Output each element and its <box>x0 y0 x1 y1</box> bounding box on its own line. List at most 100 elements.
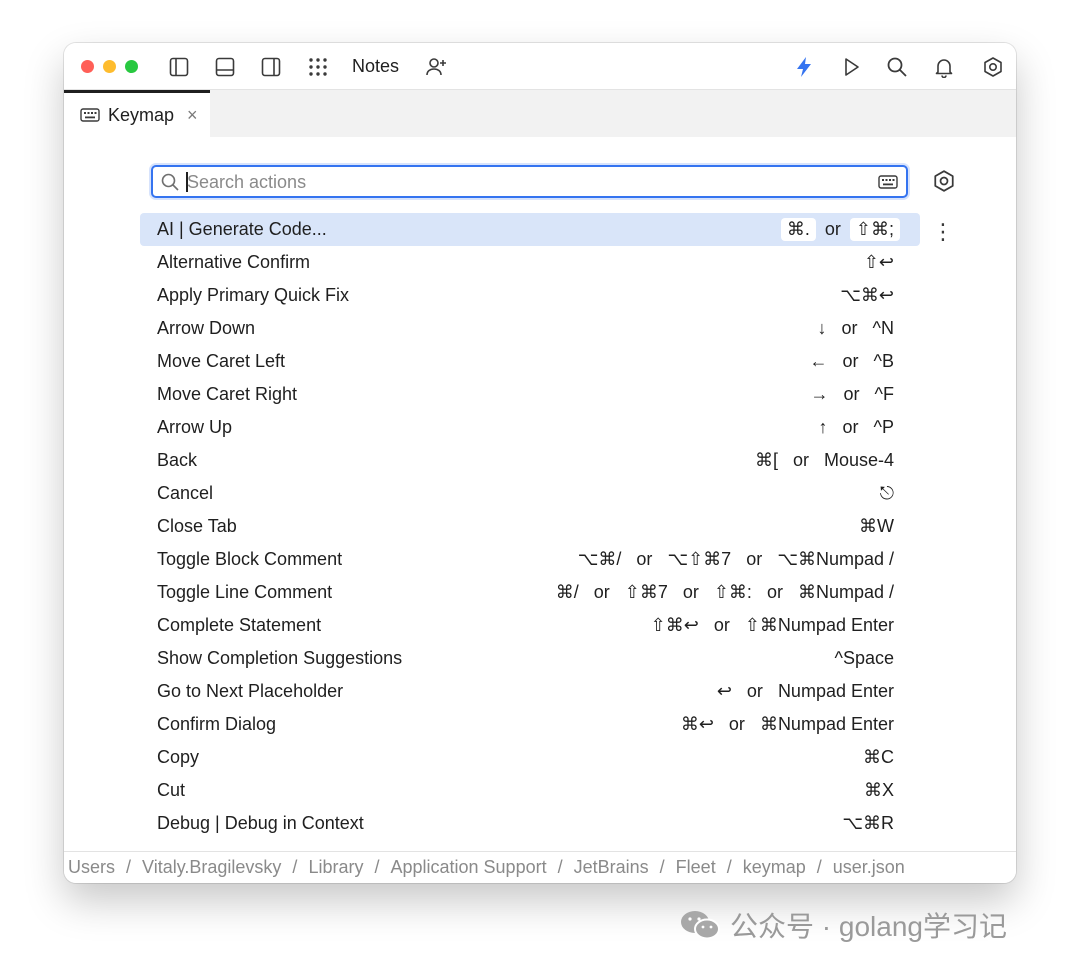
left-panel-icon[interactable] <box>167 55 191 79</box>
or-separator: or <box>766 582 783 602</box>
action-row[interactable]: Arrow Down ↓ or ^N <box>140 312 920 345</box>
action-row[interactable]: Back ⌘[or Mouse-4 <box>140 444 920 477</box>
minimize-window-button[interactable] <box>103 60 116 73</box>
action-row[interactable]: Go to Next Placeholder ↩ or Numpad Enter <box>140 675 920 708</box>
path-segment[interactable]: Vitaly.Bragilevsky <box>142 857 281 878</box>
more-options-icon[interactable]: ⋮ <box>932 220 954 244</box>
shortcut-key: Mouse-4 <box>823 450 894 470</box>
path-segment[interactable]: keymap <box>743 857 806 878</box>
or-separator: or <box>593 582 610 602</box>
action-row[interactable]: Confirm Dialog ⌘↩ or ⌘Numpad Enter <box>140 708 920 741</box>
action-name: Close Tab <box>157 516 237 536</box>
shortcut-key: ⌥⇧⌘7 <box>667 549 732 569</box>
shortcut-list: ← or ^B <box>804 350 900 373</box>
shortcut-key: ↑ <box>818 417 828 437</box>
path-segment[interactable]: Users <box>68 857 115 878</box>
shortcut-key: ⇧⌘7 <box>624 582 668 602</box>
action-row[interactable]: Complete Statement ⇧⌘↩ or ⇧⌘Numpad Enter <box>140 609 920 642</box>
action-row[interactable]: Move Caret Right → or ^F <box>140 378 920 411</box>
action-name: Back <box>157 450 198 470</box>
tab-label: Keymap <box>108 104 175 125</box>
action-name: Toggle Line Comment <box>157 582 333 602</box>
search-box[interactable] <box>151 165 908 198</box>
path-segment[interactable]: Library <box>308 857 363 878</box>
action-row[interactable]: Apply Primary Quick Fix ⌥⌘↩ <box>140 279 920 312</box>
shortcut-key: ↓ <box>817 318 827 338</box>
close-window-button[interactable] <box>81 60 94 73</box>
path-separator: / <box>292 857 298 877</box>
shortcut-list: ⌘. or ⇧⌘; <box>780 218 900 241</box>
shortcut-key: ⌥⌘R <box>842 813 894 833</box>
or-separator: or <box>843 384 860 404</box>
keymap-settings-icon[interactable] <box>932 169 956 193</box>
shortcut-list: ↓ or ^N <box>812 317 900 340</box>
shortcut-key: ⌘. <box>780 218 816 241</box>
action-row[interactable]: Close Tab ⌘W <box>140 510 920 543</box>
apps-grid-icon[interactable] <box>306 55 330 79</box>
bell-icon[interactable] <box>932 55 956 79</box>
path-separator: / <box>557 857 563 877</box>
shortcut-list: ⌘C <box>857 746 900 769</box>
keymap-window: Notes Keymap × AI | Gener <box>64 43 1016 883</box>
action-name: Arrow Down <box>157 318 256 338</box>
shortcut-key: Numpad Enter <box>777 681 894 701</box>
action-row[interactable]: Toggle Block Comment ⌥⌘/ or ⌥⇧⌘7 or ⌥⌘Numpad … <box>140 543 920 576</box>
right-panel-icon[interactable] <box>259 55 283 79</box>
titlebar: Notes <box>64 43 1016 90</box>
shortcut-key: ^N <box>872 318 894 338</box>
shortcut-key: ^P <box>873 417 894 437</box>
shortcut-key: ⇧⌘↩ <box>650 615 699 635</box>
shortcut-list: ↑ or ^P <box>813 416 900 439</box>
tab-keymap[interactable]: Keymap × <box>64 90 210 137</box>
shortcut-list: ⌥⌘/ or ⌥⇧⌘7 or ⌥⌘Numpad / <box>572 548 900 571</box>
path-segment[interactable]: Fleet <box>676 857 716 878</box>
action-row[interactable]: AI | Generate Code... ⌘. or ⇧⌘; <box>140 213 920 246</box>
shortcut-list: ⌘X <box>858 779 900 802</box>
shortcut-key: ⌘Numpad Enter <box>759 714 894 734</box>
action-list: AI | Generate Code... ⌘. or ⇧⌘; Alternative … <box>140 213 920 840</box>
or-separator: or <box>746 549 763 569</box>
tab-bar: Keymap × <box>64 90 1016 137</box>
action-name: Show Completion Suggestions <box>157 648 403 668</box>
shortcut-key: ⌥⌘↩ <box>840 285 894 305</box>
close-tab-icon[interactable]: × <box>187 106 198 124</box>
action-row[interactable]: Cancel ⎋ <box>140 477 920 510</box>
path-segment[interactable]: Application Support <box>390 857 546 878</box>
shortcut-list: ⌘W <box>853 515 900 538</box>
shortcut-key: ↩ <box>716 681 732 701</box>
action-row[interactable]: Arrow Up ↑ or ^P <box>140 411 920 444</box>
search-input[interactable] <box>187 170 867 194</box>
settings-icon[interactable] <box>981 55 1005 79</box>
path-segment[interactable]: JetBrains <box>574 857 649 878</box>
action-row[interactable]: Cut ⌘X <box>140 774 920 807</box>
shortcut-list: ⌥⌘↩ <box>834 284 900 307</box>
workspace-title[interactable]: Notes <box>352 56 399 77</box>
keyboard-shortcut-search-icon[interactable] <box>878 174 898 190</box>
path-segment[interactable]: user.json <box>833 857 905 878</box>
shortcut-key: ⌘[ <box>754 450 778 470</box>
path-separator: / <box>726 857 732 877</box>
run-icon[interactable] <box>839 55 863 79</box>
action-name: Go to Next Placeholder <box>157 681 344 701</box>
zoom-window-button[interactable] <box>125 60 138 73</box>
shortcut-key: ⇧↩ <box>863 252 894 272</box>
action-row[interactable]: Debug | Debug in Context ⌥⌘R <box>140 807 920 840</box>
shortcut-key: ⌥⌘Numpad / <box>777 549 894 569</box>
add-user-icon[interactable] <box>424 55 448 79</box>
ai-bolt-icon[interactable] <box>792 55 816 79</box>
or-separator: or <box>842 417 859 437</box>
shortcut-list: ⇧↩ <box>858 251 900 274</box>
action-row[interactable]: Show Completion Suggestions ^Space <box>140 642 920 675</box>
shortcut-key: ⎋ <box>879 483 894 503</box>
action-row[interactable]: Toggle Line Comment ⌘/ or ⇧⌘7 or ⇧⌘: or ⌘Numpad… <box>140 576 920 609</box>
action-name: Toggle Block Comment <box>157 549 343 569</box>
action-name: Alternative Confirm <box>157 252 311 272</box>
shortcut-list: ⎋ <box>874 482 900 505</box>
or-separator: or <box>842 351 859 371</box>
action-row[interactable]: Alternative Confirm ⇧↩ <box>140 246 920 279</box>
bottom-panel-icon[interactable] <box>213 55 237 79</box>
action-row[interactable]: Copy ⌘C <box>140 741 920 774</box>
search-icon[interactable] <box>885 55 909 79</box>
action-row[interactable]: Move Caret Left ← or ^B <box>140 345 920 378</box>
action-name: AI | Generate Code... <box>157 219 327 239</box>
